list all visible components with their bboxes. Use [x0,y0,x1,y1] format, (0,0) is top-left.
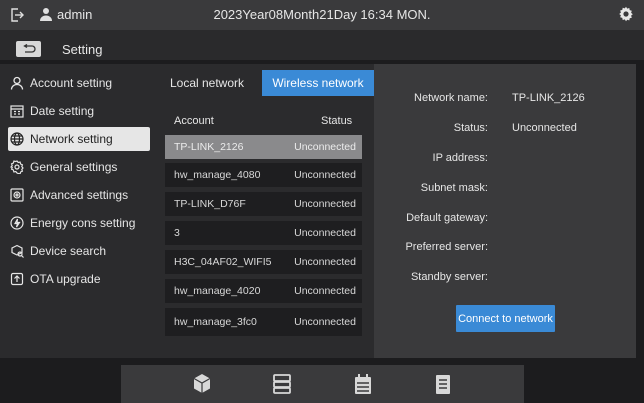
row-status: Unconnected [294,256,356,268]
table-row[interactable]: TP-LINK_D76F Unconnected [165,192,362,216]
row-status: Unconnected [294,285,356,297]
device-search-icon [10,244,24,258]
list-icon[interactable] [272,373,292,395]
row-account: TP-LINK_2126 [174,141,244,153]
upgrade-icon [10,272,24,286]
column-header-account: Account [174,115,214,127]
tab-wireless-network[interactable]: Wireless network [262,70,374,96]
sidebar-item-ota[interactable]: OTA upgrade [8,267,150,291]
row-status: Unconnected [294,198,356,210]
row-account: hw_manage_4080 [174,169,261,181]
sidebar-item-label: Energy cons setting [30,216,136,230]
sidebar-item-label: Date setting [30,104,95,118]
back-button[interactable] [16,41,41,57]
row-status: Unconnected [294,227,356,239]
network-name-label: Network name: [414,92,488,104]
sidebar-item-network[interactable]: Network setting [8,127,150,151]
globe-icon [10,132,24,146]
schedule-icon[interactable] [353,373,373,395]
sidebar-item-label: General settings [30,160,118,174]
sidebar-item-label: Device search [30,244,107,258]
calendar-icon [10,104,24,118]
tab-local-network[interactable]: Local network [152,70,262,96]
connect-to-network-button[interactable]: Connect to network [456,305,555,332]
advanced-icon [10,188,24,202]
row-account: H3C_04AF02_WIFI5 [174,256,272,268]
row-status: Unconnected [294,316,356,328]
table-row[interactable]: TP-LINK_2126 Unconnected [165,135,362,159]
status-value: Unconnected [512,122,577,134]
default-gateway-label: Default gateway: [406,212,488,224]
standby-server-label: Standby server: [410,271,488,283]
ip-address-label: IP address: [432,152,488,164]
table-row[interactable]: hw_manage_3fc0 Unconnected [165,308,362,336]
network-name-value: TP-LINK_2126 [512,92,585,104]
sidebar-item-general[interactable]: General settings [8,155,150,179]
sidebar-item-energy[interactable]: Energy cons setting [8,211,150,235]
preferred-server-label: Preferred server: [405,241,488,253]
row-status: Unconnected [294,169,356,181]
datetime: 2023Year08Month21Day 16:34 MON. [213,7,431,22]
sidebar-item-label: Network setting [30,132,113,146]
row-account: hw_manage_4020 [174,285,261,297]
row-account: 3 [174,227,180,239]
document-icon[interactable] [433,373,453,395]
sidebar-item-device-search[interactable]: Device search [8,239,150,263]
row-account: hw_manage_3fc0 [174,316,257,328]
energy-icon [10,216,24,230]
subnet-mask-label: Subnet mask: [420,182,488,194]
row-account: TP-LINK_D76F [174,198,246,210]
sidebar-item-label: Account setting [30,76,113,90]
table-row[interactable]: H3C_04AF02_WIFI5 Unconnected [165,250,362,274]
column-header-status: Status [321,115,353,127]
sidebar-item-account[interactable]: Account setting [8,71,150,95]
page-title: Setting [62,42,103,57]
top-bar: admin 2023Year08Month21Day 16:34 MON. [0,0,644,30]
sidebar-item-label: Advanced settings [30,188,129,202]
sidebar-item-label: OTA upgrade [30,272,101,286]
status-label: Status: [453,122,488,134]
row-status: Unconnected [294,141,356,153]
cube-icon[interactable] [192,373,212,395]
user-icon [10,76,24,90]
table-row[interactable]: hw_manage_4080 Unconnected [165,163,362,187]
sidebar-item-advanced[interactable]: Advanced settings [8,183,150,207]
gear-icon[interactable] [618,6,634,22]
table-row[interactable]: 3 Unconnected [165,221,362,245]
settings-icon [10,160,24,174]
back-arrow-icon [22,44,36,53]
bottom-dock [121,365,524,403]
sidebar-item-date[interactable]: Date setting [8,99,150,123]
table-row[interactable]: hw_manage_4020 Unconnected [165,279,362,303]
